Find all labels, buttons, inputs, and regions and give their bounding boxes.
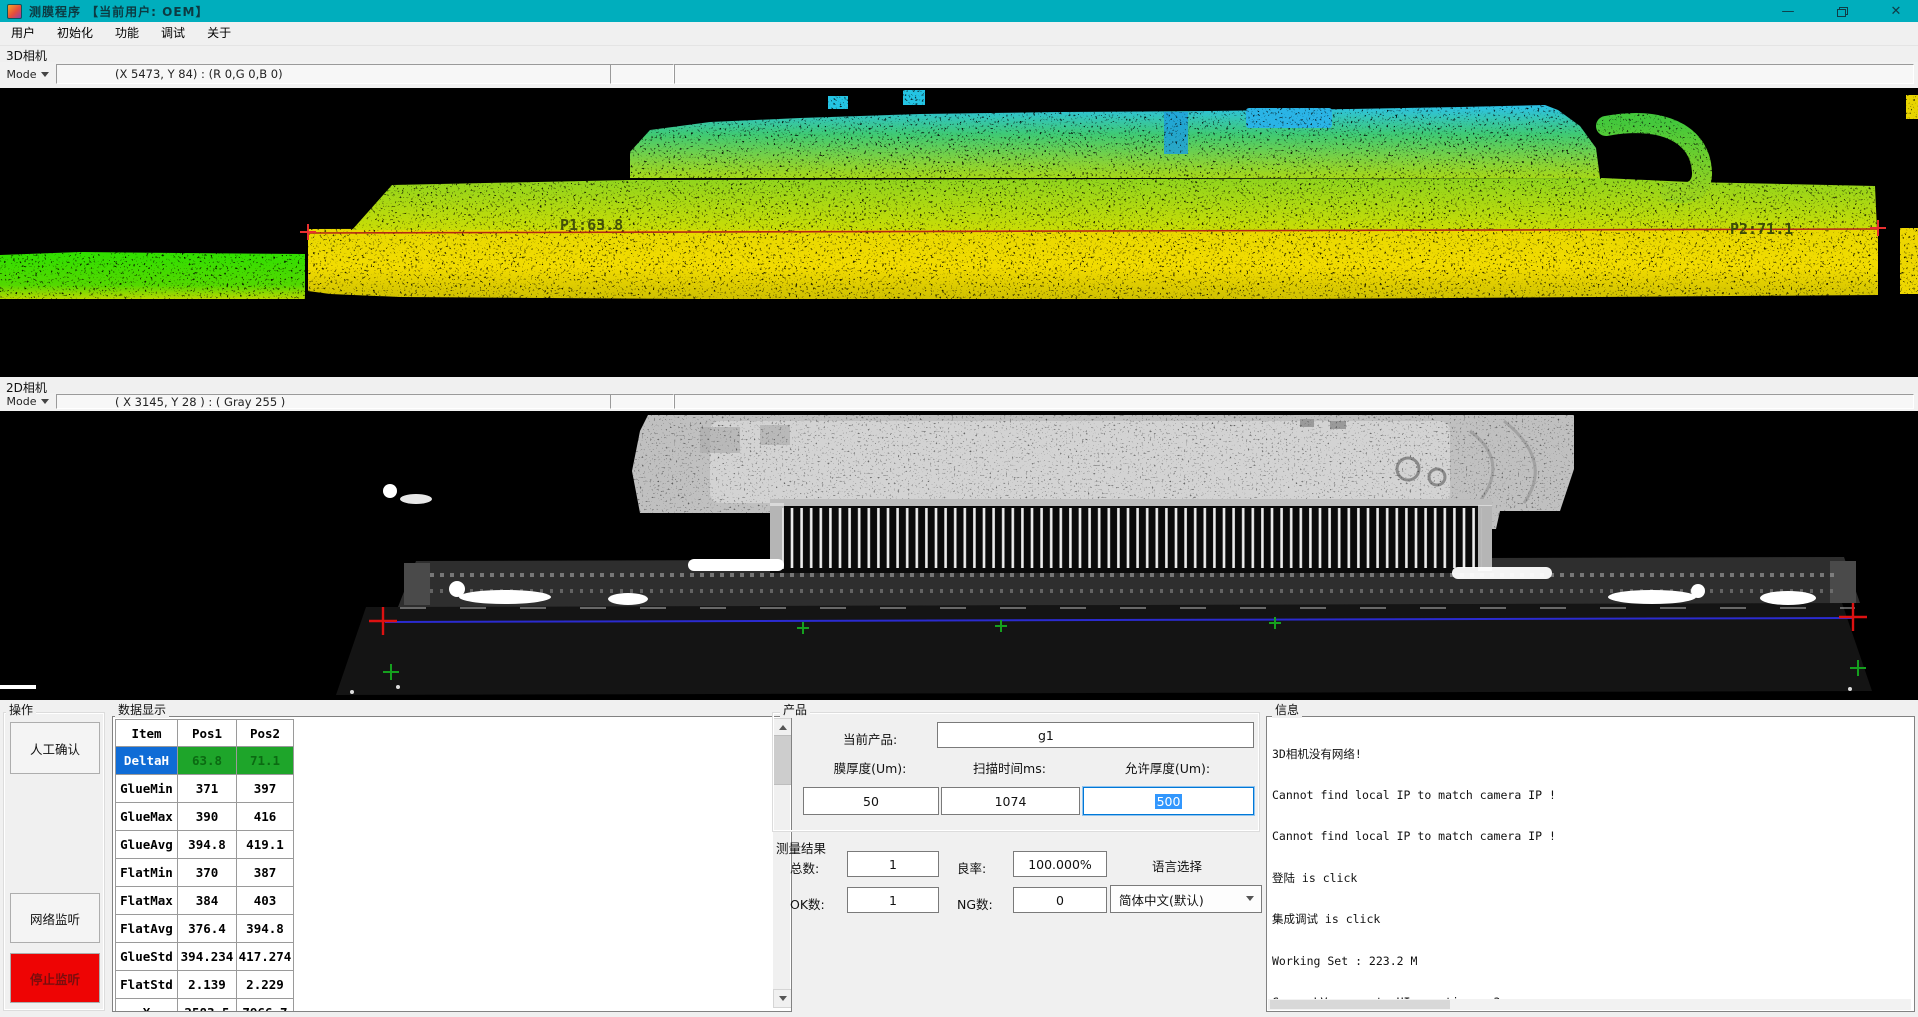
network-listen-button[interactable]: 网络监听 [10, 893, 100, 943]
menu-item-init[interactable]: 初始化 [46, 22, 104, 45]
stop-listen-button[interactable]: 停止监听 [10, 953, 100, 1003]
p1-annotation: P1:63.8 [560, 216, 623, 234]
table-row[interactable]: FlatMin 370 387 [116, 859, 294, 887]
menubar: 用户 初始化 功能 调试 关于 [0, 22, 1918, 46]
heightmap-view-3d[interactable]: P1:63.8 P2:71.1 [0, 88, 1918, 377]
table-row[interactable]: GlueMax 390 416 [116, 803, 294, 831]
table-row[interactable]: FlatStd 2.139 2.229 [116, 971, 294, 999]
film-thickness-label: 膜厚度(Um): [803, 758, 937, 777]
chevron-down-icon [41, 72, 49, 77]
camera3d-toolbar: Mode (X 5473, Y 84) : (R 0,G 0,B 0) [0, 62, 1918, 88]
table-row[interactable]: X 2583.5 7966.7 [116, 999, 294, 1013]
status-segment [674, 64, 1914, 84]
table-header-row: Item Pos1 Pos2 [116, 720, 294, 747]
pixel-status-3d: (X 5473, Y 84) : (R 0,G 0,B 0) [56, 64, 668, 84]
menu-item-about[interactable]: 关于 [196, 22, 242, 45]
info-group-label: 信息 [1272, 701, 1302, 718]
minimize-button[interactable]: — [1774, 0, 1802, 22]
stage-shape [336, 603, 1872, 695]
menu-item-user[interactable]: 用户 [0, 22, 46, 45]
yield-label: 良率: [957, 858, 986, 877]
data-display-group: Item Pos1 Pos2 DeltaH 63.8 71.1 GlueMin … [112, 716, 792, 1012]
allowed-thickness-label: 允许厚度(Um): [1083, 758, 1252, 777]
ok-count-input[interactable]: 1 [847, 887, 939, 913]
table-row[interactable]: DeltaH 63.8 71.1 [116, 747, 294, 775]
bottom-panel: 操作 人工确认 网络监听 停止监听 数据显示 Item Pos1 Pos2 De… [0, 700, 1918, 1017]
status-segment [674, 394, 1914, 409]
restore-icon [1837, 7, 1847, 16]
scrollbar-down-icon[interactable] [773, 989, 792, 1008]
log-line: Cannot find local IP to match camera IP … [1272, 830, 1902, 844]
info-group: 3D相机没有网络! Cannot find local IP to match … [1266, 716, 1915, 1012]
operation-group-label: 操作 [6, 701, 36, 718]
total-label: 总数: [790, 858, 819, 877]
grayscale-view-2d[interactable] [0, 411, 1918, 700]
restore-button[interactable] [1828, 0, 1856, 22]
table-row[interactable]: FlatAvg 376.4 394.8 [116, 915, 294, 943]
pixel-status-2d: ( X 3145, Y 28 ) : ( Gray 255 ) [56, 394, 668, 409]
log-line: 3D相机没有网络! [1272, 748, 1902, 762]
p2-annotation: P2:71.1 [1730, 220, 1793, 238]
data-display-label: 数据显示 [115, 701, 169, 718]
col-header-pos2: Pos2 [237, 720, 294, 747]
menu-item-function[interactable]: 功能 [104, 22, 150, 45]
col-header-item: Item [116, 720, 178, 747]
language-label: 语言选择 [1152, 856, 1202, 875]
scan-time-input[interactable]: 1074 [941, 787, 1080, 815]
camera2d-toolbar: Mode ( X 3145, Y 28 ) : ( Gray 255 ) [0, 393, 1918, 411]
log-line: Working Set : 223.2 M [1272, 955, 1902, 969]
film-thickness-input[interactable]: 50 [803, 787, 939, 815]
info-hscrollbar[interactable] [1268, 999, 1911, 1010]
log-line: 登陆 is click [1272, 872, 1902, 886]
application-window: 测膜程序 【当前用户: OEM】 — ✕ 用户 初始化 功能 调试 关于 3D相… [0, 0, 1918, 1017]
log-line: Cannot find local IP to match camera IP … [1272, 789, 1902, 803]
total-input[interactable]: 1 [847, 851, 939, 877]
menu-item-debug[interactable]: 调试 [150, 22, 196, 45]
status-segment [610, 394, 674, 409]
chevron-down-icon [41, 399, 49, 404]
scan-time-label: 扫描时间ms: [941, 758, 1078, 777]
app-icon [7, 4, 22, 19]
results-label: 测量结果 [776, 838, 826, 857]
chevron-down-icon [1246, 896, 1254, 901]
info-log[interactable]: 3D相机没有网络! Cannot find local IP to match … [1272, 720, 1902, 1012]
log-line: 集成调试 is click [1272, 913, 1902, 927]
titlebar: 测膜程序 【当前用户: OEM】 — ✕ [0, 0, 1918, 22]
language-select[interactable]: 简体中文(默认) [1110, 885, 1262, 913]
mode-button-3d[interactable]: Mode [2, 64, 54, 84]
current-product-input[interactable]: g1 [937, 722, 1254, 748]
product-group-label: 产品 [780, 701, 810, 718]
ng-count-label: NG数: [957, 894, 993, 913]
scrollbar-thumb[interactable] [1270, 1000, 1450, 1009]
yield-input[interactable]: 100.000% [1013, 851, 1107, 877]
ok-count-label: OK数: [790, 894, 825, 913]
table-row[interactable]: GlueStd 394.234 417.274 [116, 943, 294, 971]
col-header-pos1: Pos1 [178, 720, 237, 747]
current-product-label: 当前产品: [843, 729, 897, 748]
data-table: Item Pos1 Pos2 DeltaH 63.8 71.1 GlueMin … [115, 719, 294, 1012]
grayscale-image [0, 411, 1918, 700]
close-button[interactable]: ✕ [1882, 0, 1910, 22]
connector-pins [770, 499, 1492, 573]
manual-confirm-button[interactable]: 人工确认 [10, 722, 100, 774]
table-row[interactable]: GlueMin 371 397 [116, 775, 294, 803]
ng-count-input[interactable]: 0 [1013, 887, 1107, 913]
window-title: 测膜程序 【当前用户: OEM】 [29, 3, 209, 20]
status-segment [610, 64, 674, 84]
allowed-thickness-input[interactable]: 500 [1083, 787, 1254, 815]
table-row[interactable]: FlatMax 384 403 [116, 887, 294, 915]
heightmap-image: P1:63.8 P2:71.1 [0, 88, 1918, 377]
mode-button-2d[interactable]: Mode [2, 394, 54, 409]
table-row[interactable]: GlueAvg 394.8 419.1 [116, 831, 294, 859]
